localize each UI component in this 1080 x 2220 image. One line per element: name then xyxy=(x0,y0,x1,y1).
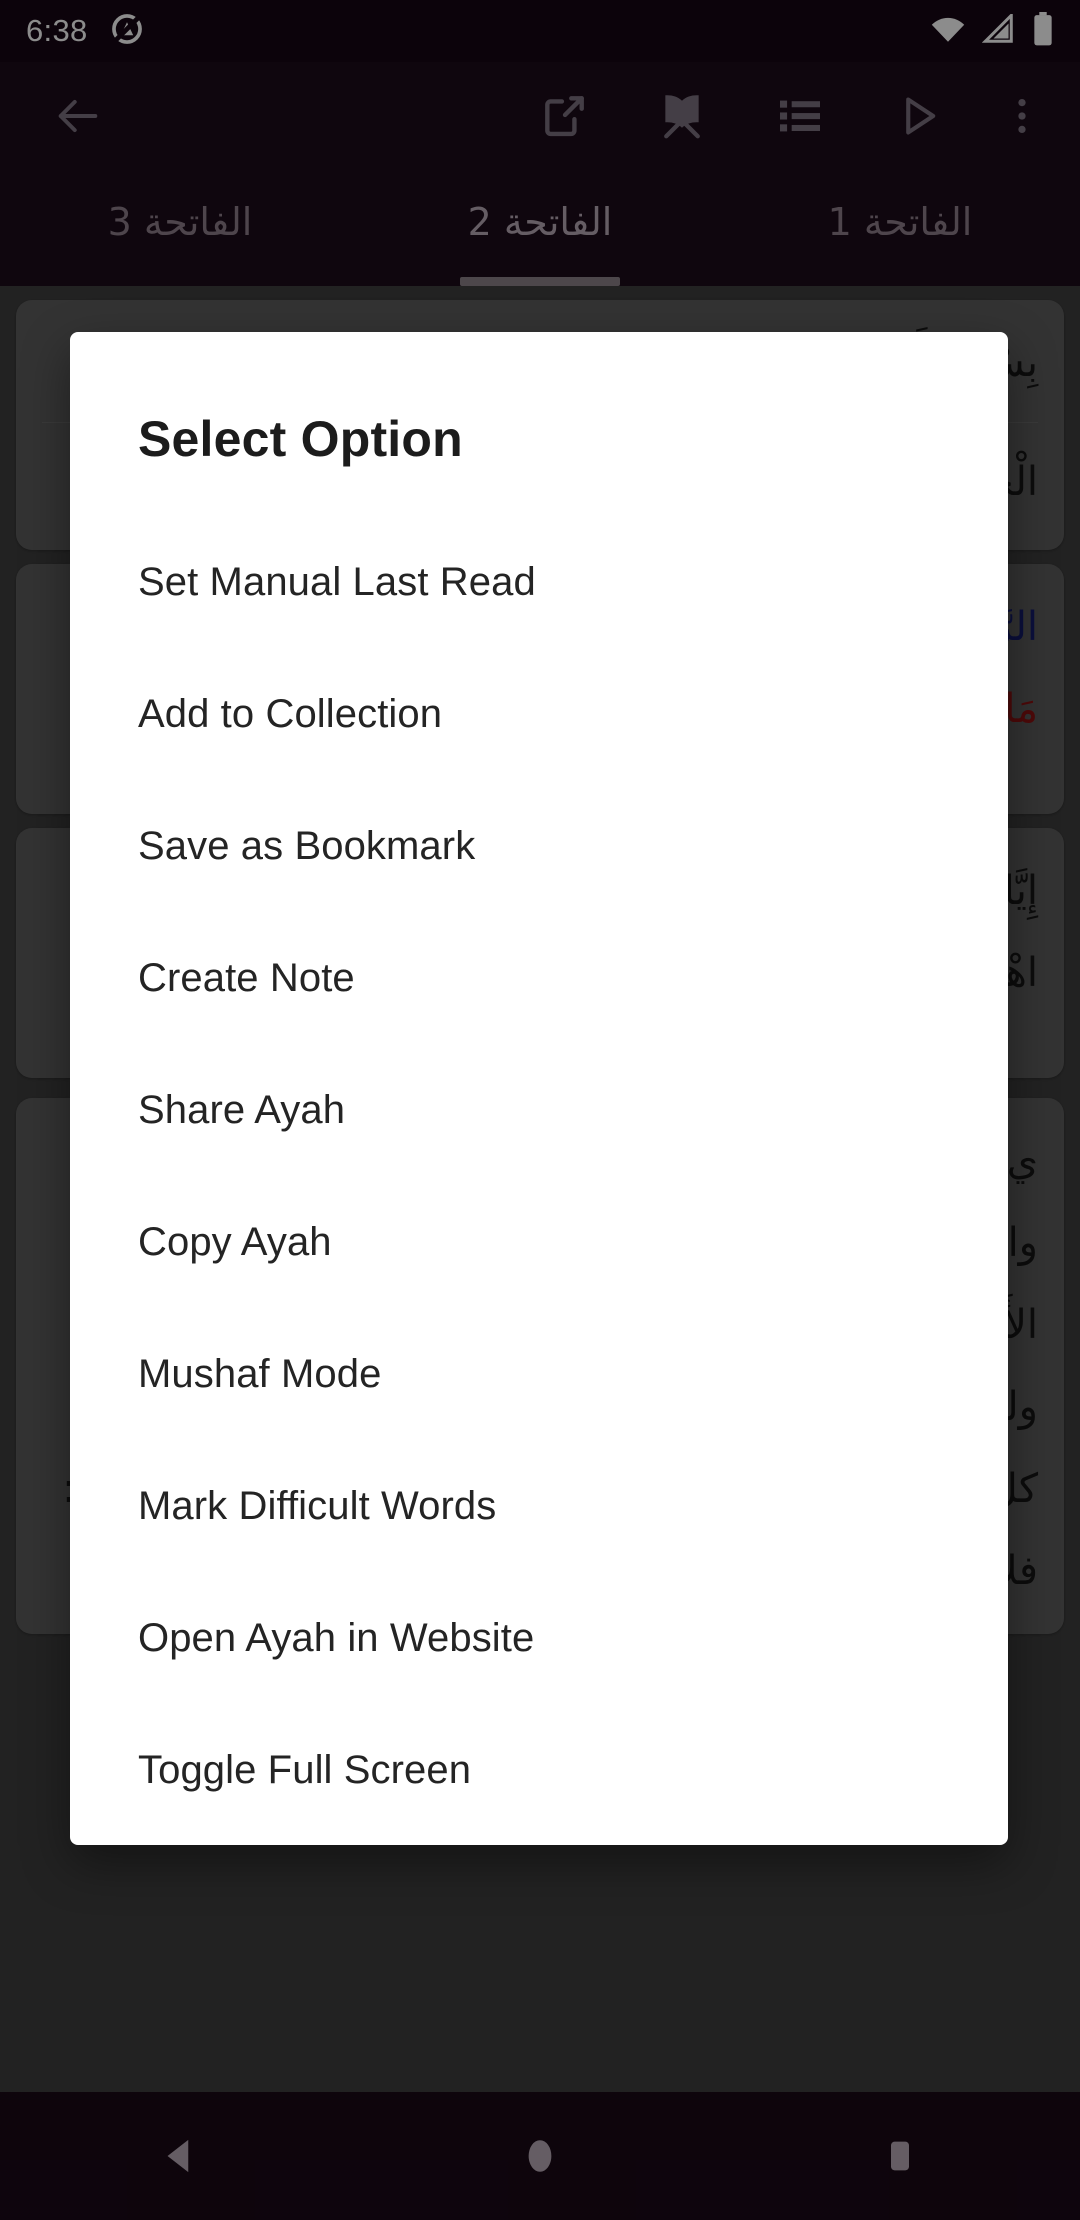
option-toggle-full-screen[interactable]: Toggle Full Screen xyxy=(70,1704,1008,1836)
option-list: Set Manual Last Read Add to Collection S… xyxy=(70,468,1008,1836)
dialog-title: Select Option xyxy=(138,411,463,467)
option-open-ayah-in-website[interactable]: Open Ayah in Website xyxy=(70,1572,1008,1704)
option-create-note[interactable]: Create Note xyxy=(70,912,1008,1044)
option-copy-ayah[interactable]: Copy Ayah xyxy=(70,1176,1008,1308)
phone-screen: بِسْمِ اللَّهِ الرَّحْمَٰنِ الرَّحِيمِ ا… xyxy=(0,0,1080,2220)
option-add-to-collection[interactable]: Add to Collection xyxy=(70,648,1008,780)
option-mushaf-mode[interactable]: Mushaf Mode xyxy=(70,1308,1008,1440)
option-mark-difficult-words[interactable]: Mark Difficult Words xyxy=(70,1440,1008,1572)
option-share-ayah[interactable]: Share Ayah xyxy=(70,1044,1008,1176)
select-option-dialog: Select Option Set Manual Last Read Add t… xyxy=(70,332,1008,1845)
option-save-as-bookmark[interactable]: Save as Bookmark xyxy=(70,780,1008,912)
option-set-manual-last-read[interactable]: Set Manual Last Read xyxy=(70,516,1008,648)
